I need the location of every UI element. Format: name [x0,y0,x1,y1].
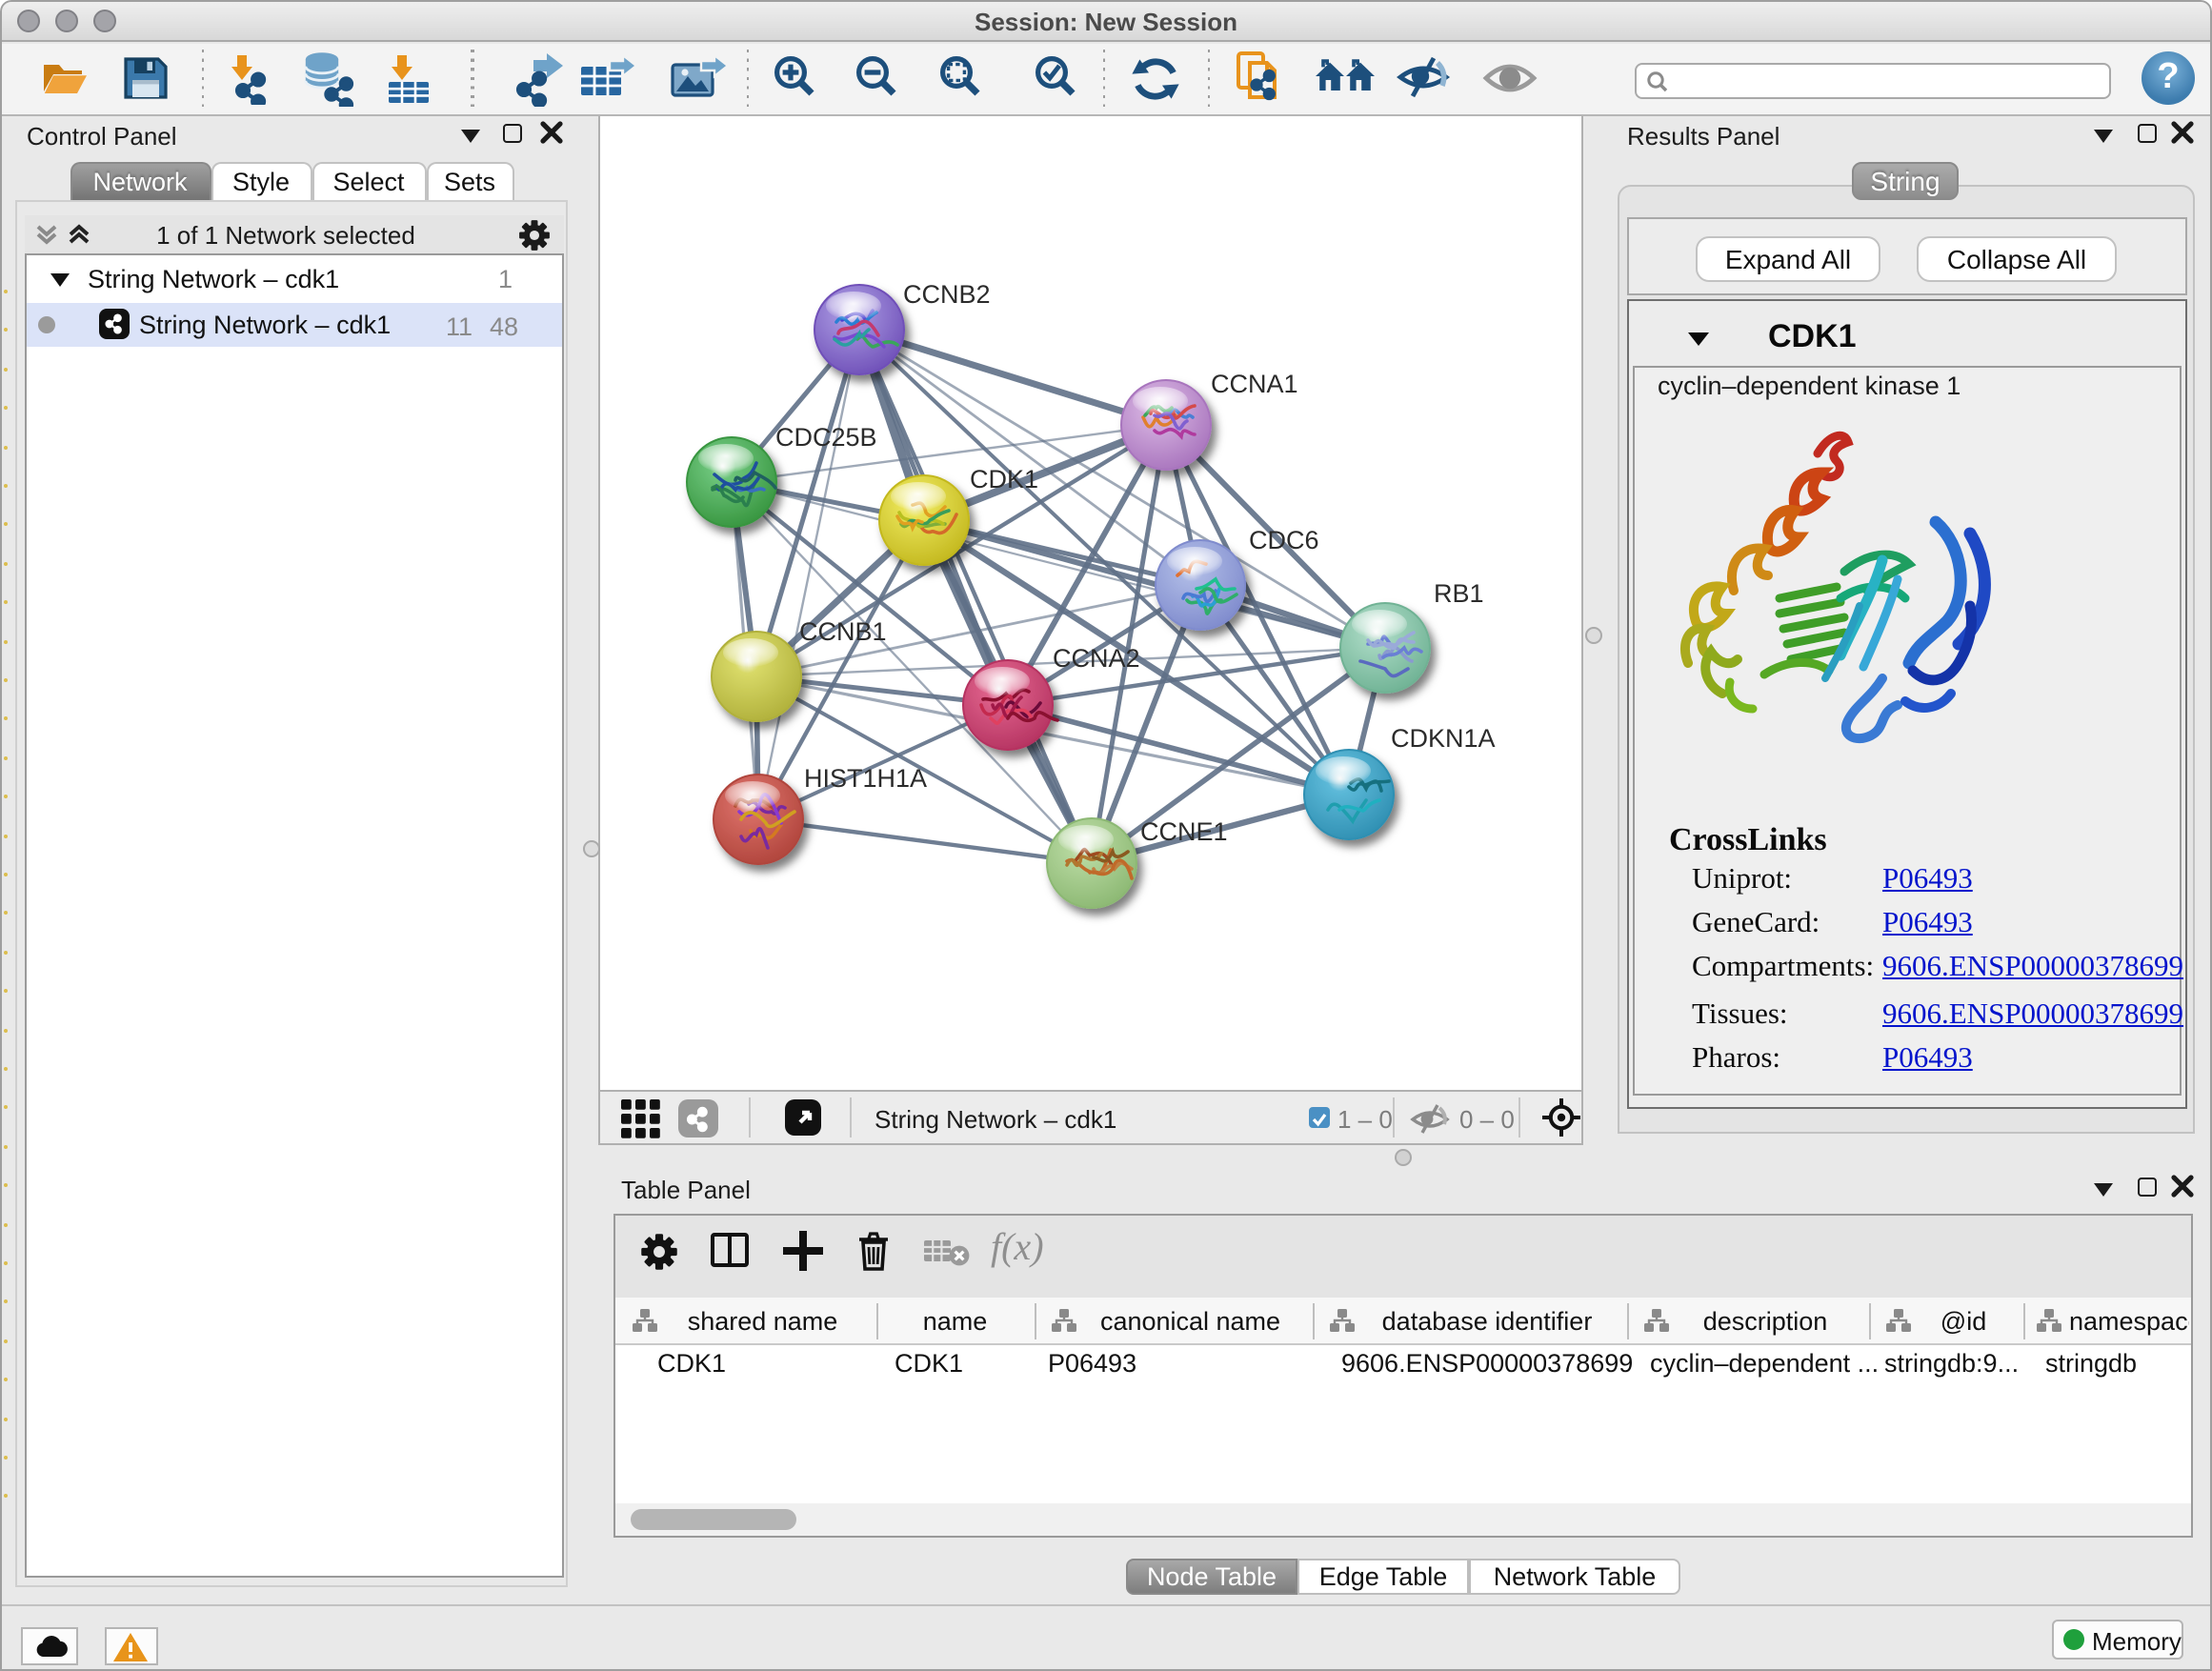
svg-text:CCNE1: CCNE1 [1140,817,1228,846]
svg-text:CCNA2: CCNA2 [1053,644,1140,673]
svg-text:CDK1: CDK1 [970,465,1038,493]
svg-text:HIST1H1A: HIST1H1A [804,764,927,793]
svg-text:RB1: RB1 [1434,579,1484,608]
svg-text:CDC25B: CDC25B [775,423,877,452]
svg-text:CCNB2: CCNB2 [903,280,991,309]
svg-text:CCNB1: CCNB1 [799,617,887,646]
svg-text:CCNA1: CCNA1 [1211,370,1298,398]
svg-text:CDC6: CDC6 [1249,526,1319,554]
svg-text:CDKN1A: CDKN1A [1391,724,1496,753]
